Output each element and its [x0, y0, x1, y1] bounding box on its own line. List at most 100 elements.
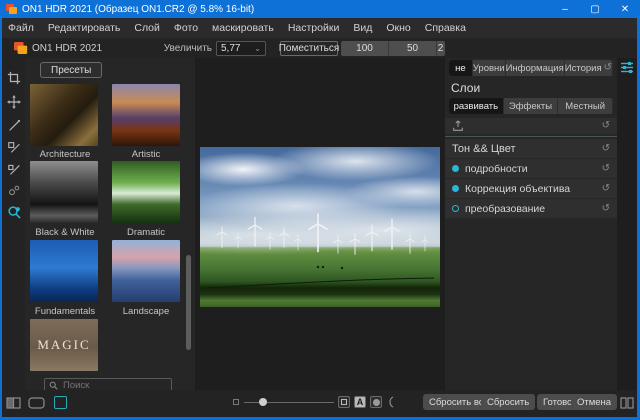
clipped-icon[interactable]	[386, 396, 394, 408]
zoom-100-button[interactable]: 100	[341, 41, 389, 56]
zoom-50-button[interactable]: 50	[389, 41, 437, 56]
canvas-photo[interactable]	[200, 147, 440, 307]
zoom-dropdown[interactable]: 5,77 ⌄	[216, 41, 266, 56]
develop-header-row: ↺	[445, 118, 617, 134]
masking-brush-tool-icon[interactable]	[6, 139, 22, 155]
brush-tool-icon[interactable]	[6, 117, 22, 133]
enabled-dot-icon[interactable]	[452, 165, 459, 172]
section-lens-correction[interactable]: Коррекция объектива ↺	[445, 179, 617, 198]
search-icon	[49, 381, 58, 390]
bottom-bar: A Сбросить все Сбросить Готово Отмена	[0, 390, 640, 417]
zoom-value: 5,77	[221, 43, 240, 54]
section-label: Коррекция объектива	[465, 183, 596, 195]
preset-label: Artistic	[106, 149, 186, 160]
disabled-dot-icon[interactable]	[452, 205, 459, 212]
preset-thumb-fundamentals[interactable]	[30, 240, 98, 302]
reset-icon[interactable]: ↺	[602, 144, 610, 154]
menu-help[interactable]: Справка	[425, 22, 466, 34]
presets-panel: Пресеты Architecture Artistic Black & Wh…	[25, 58, 195, 390]
minimize-button[interactable]: –	[550, 0, 580, 18]
window-border-left	[0, 18, 2, 420]
layers-title: Слои	[451, 81, 480, 95]
enabled-dot-icon[interactable]	[452, 185, 459, 192]
menu-settings[interactable]: Настройки	[288, 22, 340, 34]
preset-label: Dramatic	[106, 227, 186, 238]
section-label: преобразование	[465, 203, 596, 215]
menu-photo[interactable]: Фото	[174, 22, 198, 34]
menu-layer[interactable]: Слой	[134, 22, 160, 34]
view-tool-icon[interactable]	[6, 204, 22, 220]
original-preview-icon[interactable]: A	[354, 396, 366, 408]
reset-icon[interactable]: ↺	[602, 164, 610, 174]
canvas-area	[195, 58, 445, 390]
preset-thumb-dramatic[interactable]	[112, 161, 180, 223]
history-icon: ↺	[604, 63, 612, 73]
section-label: Тон && Цвет	[452, 143, 596, 155]
tab-info[interactable]: Информация	[506, 60, 565, 76]
mask-view-icon[interactable]	[370, 396, 382, 408]
section-details[interactable]: подробности ↺	[445, 159, 617, 178]
presets-scrollbar[interactable]	[186, 255, 191, 350]
chevron-down-icon: ⌄	[254, 44, 261, 53]
preview-mode-icon[interactable]	[54, 396, 67, 409]
menu-window[interactable]: Окно	[386, 22, 410, 34]
preset-thumb-black-white[interactable]	[30, 161, 98, 223]
preset-label: Fundamentals	[25, 306, 105, 317]
zoom-25-button-clipped[interactable]: 2	[437, 41, 444, 56]
preset-label: Architecture	[25, 149, 105, 160]
reset-button[interactable]: Сбросить	[481, 394, 535, 410]
menu-mask[interactable]: маскировать	[212, 22, 274, 34]
crop-tool-icon[interactable]	[6, 70, 22, 86]
move-tool-icon[interactable]	[6, 94, 22, 110]
export-icon[interactable]	[452, 120, 464, 132]
tab-history-label: История	[565, 63, 602, 74]
reset-icon[interactable]: ↺	[602, 184, 610, 194]
tab-none[interactable]: не	[449, 60, 473, 76]
section-transform[interactable]: преобразование ↺	[445, 199, 617, 218]
tools-column	[2, 58, 25, 390]
tab-levels[interactable]: Уровни	[473, 60, 506, 76]
reset-icon[interactable]: ↺	[602, 121, 610, 131]
menu-file[interactable]: Файл	[8, 22, 34, 34]
cancel-button[interactable]: Отмена	[571, 394, 617, 410]
toolbar: ON1 HDR 2021 Увеличить 5,77 ⌄ Поместитьс…	[0, 38, 640, 58]
menu-edit[interactable]: Редактировать	[48, 22, 121, 34]
maximize-button[interactable]: ▢	[580, 0, 610, 18]
title-bar: ON1 HDR 2021 (Образец ON1.CR2 @ 5.8% 16-…	[0, 0, 640, 18]
app-icon	[6, 4, 18, 14]
tab-develop[interactable]: развивать	[449, 98, 504, 114]
presets-tab[interactable]: Пресеты	[40, 62, 102, 78]
split-view-icon[interactable]	[6, 397, 21, 409]
tab-local[interactable]: Местный	[558, 98, 613, 114]
zoom-slider-track[interactable]	[244, 402, 334, 403]
menu-view[interactable]: Вид	[353, 22, 372, 34]
preset-thumb-magic[interactable]: MAGIC	[30, 319, 98, 371]
close-button[interactable]: ✕	[610, 0, 640, 18]
reset-icon[interactable]: ↺	[602, 204, 610, 214]
zoom-out-icon[interactable]	[233, 399, 239, 405]
menu-bar: Файл Редактировать Слой Фото маскировать…	[0, 18, 640, 38]
sliders-icon[interactable]	[620, 60, 634, 74]
preset-thumb-artistic[interactable]	[112, 84, 180, 146]
filmstrip-icon[interactable]	[28, 397, 45, 409]
fit-button[interactable]: Поместиться	[280, 41, 338, 56]
mode-tabs: развивать Эффекты Местный	[449, 98, 613, 114]
preset-label: Landscape	[106, 306, 186, 317]
preset-thumb-landscape[interactable]	[112, 240, 180, 302]
compare-box-icon[interactable]	[338, 396, 350, 408]
right-edge-column	[617, 58, 637, 390]
section-tone-color[interactable]: Тон && Цвет ↺	[445, 139, 617, 158]
section-label: подробности	[465, 163, 596, 175]
tab-effects[interactable]: Эффекты	[504, 98, 559, 114]
preset-magic-overlay: MAGIC	[30, 319, 98, 371]
dual-pane-icon[interactable]	[620, 397, 634, 409]
right-panel-tabs: не Уровни Информация История ↺	[449, 60, 613, 76]
app-window: ON1 HDR 2021 (Образец ON1.CR2 @ 5.8% 16-…	[0, 0, 640, 420]
zoom-slider-knob[interactable]	[259, 398, 267, 406]
zoom-preset-bar: 100 50 2	[341, 41, 445, 56]
tab-history[interactable]: История ↺	[565, 60, 613, 76]
divider	[445, 136, 617, 137]
refine-tool-icon[interactable]	[6, 182, 22, 198]
preset-thumb-architecture[interactable]	[30, 84, 98, 146]
masking-bug-tool-icon[interactable]	[6, 161, 22, 177]
